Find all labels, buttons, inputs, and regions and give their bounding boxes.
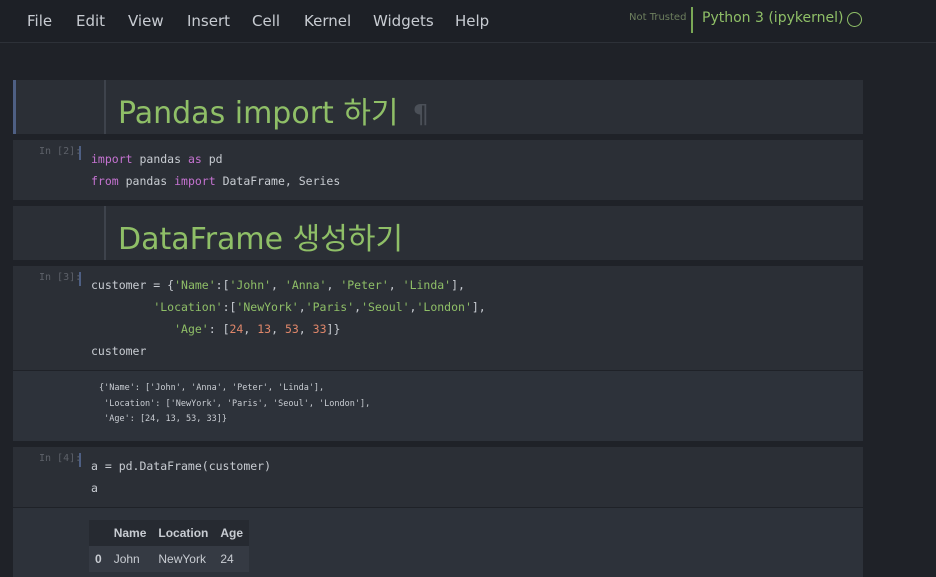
input-prompt: In [4]: xyxy=(39,453,82,464)
code-editor[interactable]: a = pd.DataFrame(customer) a xyxy=(91,455,271,499)
table-row: 0 John NewYork 24 xyxy=(89,546,250,572)
code-cell-3[interactable]: In [4]: a = pd.DataFrame(customer) a xyxy=(13,447,863,507)
heading-dataframe-create: DataFrame 생성하기 xyxy=(118,222,404,257)
kernel-name[interactable]: Python 3 (ipykernel) xyxy=(702,10,843,26)
table-cell: John xyxy=(107,546,153,572)
menu-file[interactable]: File xyxy=(27,12,52,30)
column-header: Name xyxy=(107,520,153,546)
heading-anchor-link[interactable]: ¶ xyxy=(413,100,430,130)
output-area-3: Name Location Age 0 John NewYork 24 xyxy=(13,508,863,577)
menubar: File Edit View Insert Cell Kernel Widget… xyxy=(0,0,936,43)
markdown-cell-1[interactable]: Pandas import 하기 ¶ xyxy=(13,80,863,134)
prompt-bar xyxy=(79,146,81,160)
menu-view[interactable]: View xyxy=(128,12,164,30)
index-header xyxy=(89,520,108,546)
menu-edit[interactable]: Edit xyxy=(76,12,105,30)
menu-help[interactable]: Help xyxy=(455,12,489,30)
heading-pandas-import: Pandas import 하기 ¶ xyxy=(118,88,429,132)
output-line: 'Location': ['NewYork', 'Paris', 'Seoul'… xyxy=(99,398,371,409)
kernel-idle-indicator-icon xyxy=(847,12,862,27)
table-cell: NewYork xyxy=(152,546,215,572)
output-area-2: {'Name': ['John', 'Anna', 'Peter', 'Lind… xyxy=(13,371,863,441)
table-cell: 24 xyxy=(214,546,250,572)
column-header: Location xyxy=(152,520,215,546)
menu-kernel[interactable]: Kernel xyxy=(304,12,351,30)
prompt-bar xyxy=(79,272,81,286)
code-editor[interactable]: import pandas as pd from pandas import D… xyxy=(91,148,340,192)
markdown-cell-2[interactable]: DataFrame 생성하기 xyxy=(13,206,863,260)
cell-input-bar xyxy=(104,206,106,260)
prompt-bar xyxy=(79,453,81,467)
cell-selection-bar xyxy=(13,80,16,134)
kernel-divider xyxy=(691,7,693,33)
heading-text: Pandas import 하기 xyxy=(118,96,399,131)
output-line: 'Age': [24, 13, 53, 33]} xyxy=(99,414,227,424)
row-index: 0 xyxy=(89,546,108,572)
code-cell-2[interactable]: In [3]: customer = {'Name':['John', 'Ann… xyxy=(13,266,863,370)
menu-cell[interactable]: Cell xyxy=(252,12,280,30)
right-gutter xyxy=(863,43,936,577)
output-dict-text: {'Name': ['John', 'Anna', 'Peter', 'Lind… xyxy=(99,381,370,428)
trust-status[interactable]: Not Trusted xyxy=(629,12,686,23)
input-prompt: In [2]: xyxy=(39,146,82,157)
input-prompt: In [3]: xyxy=(39,272,82,283)
column-header: Age xyxy=(214,520,250,546)
dataframe-table: Name Location Age 0 John NewYork 24 xyxy=(89,520,250,572)
code-editor[interactable]: customer = {'Name':['John', 'Anna', 'Pet… xyxy=(91,274,486,362)
table-header-row: Name Location Age xyxy=(89,520,250,546)
menu-widgets[interactable]: Widgets xyxy=(373,12,434,30)
cell-input-bar xyxy=(104,80,106,134)
menu-insert[interactable]: Insert xyxy=(187,12,230,30)
output-line: {'Name': ['John', 'Anna', 'Peter', 'Lind… xyxy=(99,383,325,393)
code-cell-1[interactable]: In [2]: import pandas as pd from pandas … xyxy=(13,140,863,200)
